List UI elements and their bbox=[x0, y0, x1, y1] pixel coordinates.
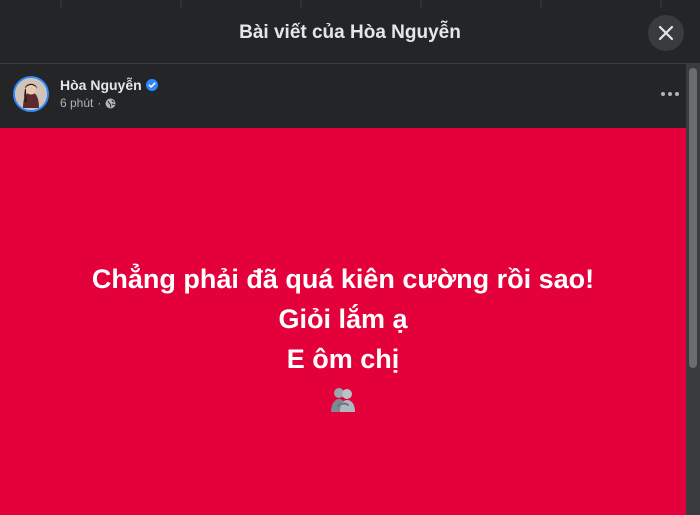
post-content: Chẳng phải đã quá kiên cường rồi sao! Gi… bbox=[0, 128, 686, 515]
close-button[interactable] bbox=[648, 15, 684, 51]
close-icon bbox=[658, 25, 674, 41]
post-text-line-1: Chẳng phải đã quá kiên cường rồi sao! bbox=[91, 263, 595, 294]
post-text-line-3: E ôm chị bbox=[286, 343, 400, 374]
post-header: Hòa Nguyễn 6 phút · bbox=[0, 64, 686, 128]
globe-icon[interactable] bbox=[105, 98, 116, 109]
more-options-button[interactable] bbox=[656, 84, 684, 104]
more-options-icon bbox=[661, 92, 679, 96]
people-hugging-icon bbox=[331, 387, 355, 412]
avatar-image bbox=[15, 78, 47, 110]
background-ghost bbox=[0, 0, 700, 8]
post-text: Chẳng phải đã quá kiên cường rồi sao! Gi… bbox=[92, 259, 594, 379]
verified-badge-icon bbox=[145, 79, 158, 91]
author-name[interactable]: Hòa Nguyễn bbox=[60, 77, 142, 93]
author-line: Hòa Nguyễn bbox=[60, 77, 158, 93]
post-text-line-2: Giỏi lắm ạ bbox=[278, 303, 408, 334]
modal-header: Bài viết của Hòa Nguyễn bbox=[0, 0, 700, 64]
post-time[interactable]: 6 phút bbox=[60, 96, 93, 110]
scrollbar-thumb[interactable] bbox=[689, 68, 697, 368]
avatar[interactable] bbox=[13, 76, 49, 112]
post-meta: 6 phút · bbox=[60, 96, 116, 110]
meta-separator: · bbox=[97, 96, 102, 110]
modal-title: Bài viết của Hòa Nguyễn bbox=[239, 22, 461, 43]
